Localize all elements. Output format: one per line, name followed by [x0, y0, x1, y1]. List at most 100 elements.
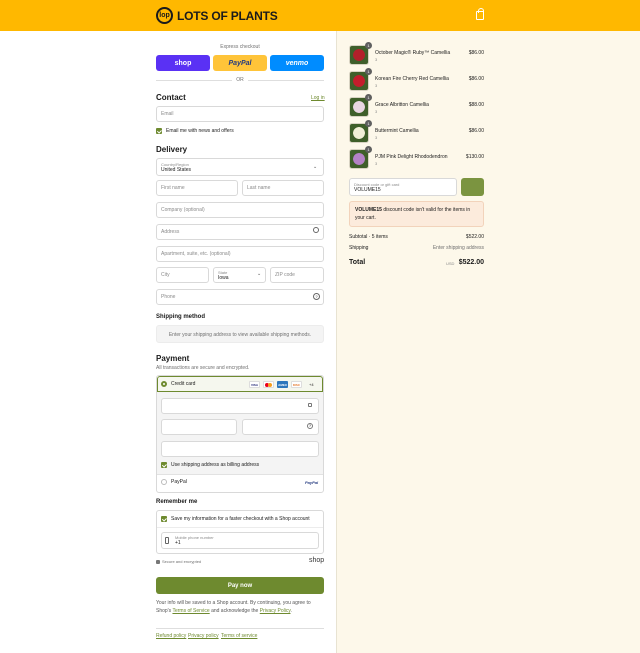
delivery-title: Delivery: [156, 145, 188, 154]
zip-field[interactable]: ZIP code: [270, 267, 324, 283]
discount-error-code: VOLUME15: [355, 207, 382, 213]
or-label: OR: [236, 77, 244, 83]
apply-discount-button[interactable]: [461, 178, 484, 196]
country-select[interactable]: Country/Region United States: [156, 158, 324, 176]
brand-logo[interactable]: lop LOTS OF PLANTS: [156, 7, 278, 24]
amex-icon: AMEX: [277, 381, 288, 388]
item-quantity-badge: 1: [365, 120, 372, 127]
item-variant: 3: [375, 109, 378, 114]
save-info-checkbox[interactable]: [161, 516, 167, 522]
payment-divider: [157, 474, 323, 475]
discount-value: VOLUME15: [354, 186, 381, 193]
subtotal-value: $522.00: [465, 234, 484, 240]
item-price: $86.00: [468, 128, 484, 134]
remember-title: Remember me: [156, 499, 198, 505]
login-link[interactable]: Log in: [311, 95, 325, 101]
mobile-phone-field[interactable]: Mobile phone number +1: [161, 532, 319, 549]
subtotal-label: Subtotal · 5 items: [349, 234, 388, 240]
item-price: $86.00: [468, 76, 484, 82]
email-placeholder: Email: [161, 111, 174, 117]
item-price: $130.00: [465, 154, 484, 160]
shipping-title: Shipping method: [156, 314, 205, 320]
item-name: October Magic® Ruby™ Camellia: [375, 50, 451, 56]
first-name-field[interactable]: First name: [156, 180, 238, 196]
billing-label: Use shipping address as billing address: [171, 462, 260, 468]
cvv-help-icon[interactable]: ?: [307, 423, 313, 429]
search-icon: [313, 227, 319, 233]
pay-now-button[interactable]: Pay now: [156, 577, 324, 594]
company-field[interactable]: Company (optional): [156, 202, 324, 218]
item-variant: 3: [375, 83, 378, 88]
legal-and: and acknowledge the: [211, 608, 259, 614]
shopping-bag-icon[interactable]: [476, 8, 484, 20]
credit-card-label: Credit card: [171, 381, 196, 387]
shop-logo: shop: [309, 557, 325, 564]
privacy-policy-link[interactable]: Privacy policy: [188, 633, 219, 639]
terms-link[interactable]: Terms of Service: [172, 608, 209, 614]
item-variant: 3: [375, 161, 378, 166]
discount-field[interactable]: Discount code or gift card VOLUME15: [349, 178, 457, 196]
email-field[interactable]: Email: [156, 106, 324, 122]
help-icon[interactable]: ?: [313, 293, 320, 300]
city-field[interactable]: City: [156, 267, 209, 283]
payment-title: Payment: [156, 354, 190, 363]
or-divider-right: [248, 80, 324, 81]
venmo-button[interactable]: venmo: [270, 55, 324, 71]
item-variant: 3: [375, 57, 378, 62]
order-summary: [336, 31, 640, 653]
phone-field[interactable]: Phone: [156, 289, 324, 305]
chevron-down-icon: ⌄: [313, 164, 318, 170]
last-name-placeholder: Last name: [247, 185, 271, 191]
terms-of-service-link[interactable]: Terms of service: [221, 633, 257, 639]
lock-icon: [308, 403, 312, 407]
mobile-value: +1: [175, 540, 181, 546]
company-placeholder: Company (optional): [161, 207, 205, 213]
news-checkbox[interactable]: [156, 128, 162, 134]
secure-lock-icon: [156, 560, 160, 564]
payment-subtitle: All transactions are secure and encrypte…: [156, 365, 250, 371]
card-name-field[interactable]: [161, 441, 319, 457]
paypal-option-label[interactable]: PayPal: [171, 479, 187, 485]
phone-placeholder: Phone: [161, 294, 176, 300]
item-price: $88.00: [468, 102, 484, 108]
shipping-label: Shipping: [349, 245, 369, 251]
state-chevron-icon: ⌄: [257, 271, 262, 277]
or-divider-left: [156, 80, 232, 81]
brand-logo-mark: lop: [156, 7, 173, 24]
remember-divider: [157, 527, 323, 528]
item-quantity-badge: 1: [365, 94, 372, 101]
refund-policy-link[interactable]: Refund policy: [156, 633, 186, 639]
shipping-value: Enter shipping address: [432, 245, 484, 251]
country-value: United States: [161, 166, 192, 173]
discover-icon: DISC: [291, 381, 302, 388]
city-placeholder: City: [161, 272, 170, 278]
paypal-radio[interactable]: [161, 479, 167, 485]
shop-pay-button[interactable]: shop: [156, 55, 210, 71]
privacy-link[interactable]: Privacy Policy: [260, 608, 291, 614]
discount-error-message: VOLUME15 discount code isn't valid for t…: [355, 206, 479, 222]
card-expiry-field[interactable]: [161, 419, 237, 435]
apartment-field[interactable]: Apartment, suite, etc. (optional): [156, 246, 324, 262]
billing-checkbox[interactable]: [161, 462, 167, 468]
item-variant: 3: [375, 135, 378, 140]
visa-icon: VISA: [249, 381, 260, 388]
address-field[interactable]: Address: [156, 224, 324, 240]
total-value: $522.00: [458, 259, 484, 266]
last-name-field[interactable]: Last name: [242, 180, 324, 196]
secure-label: Secure and encrypted: [162, 559, 202, 564]
item-quantity-badge: 1: [365, 146, 372, 153]
paypal-button[interactable]: PayPal: [213, 55, 267, 71]
item-quantity-badge: 1: [365, 42, 372, 49]
contact-title: Contact: [156, 93, 186, 102]
news-label: Email me with news and offers: [166, 128, 234, 134]
brand-name: LOTS OF PLANTS: [177, 8, 278, 23]
apartment-placeholder: Apartment, suite, etc. (optional): [161, 251, 231, 257]
item-name: Buttermint Camellia: [375, 128, 419, 134]
total-label: Total: [349, 259, 366, 266]
first-name-placeholder: First name: [161, 185, 185, 191]
item-price: $86.00: [468, 50, 484, 56]
item-name: Grace Albritton Camellia: [375, 102, 429, 108]
credit-card-radio[interactable]: [161, 381, 167, 387]
card-number-field[interactable]: [161, 398, 319, 414]
legal-end: .: [290, 608, 292, 614]
